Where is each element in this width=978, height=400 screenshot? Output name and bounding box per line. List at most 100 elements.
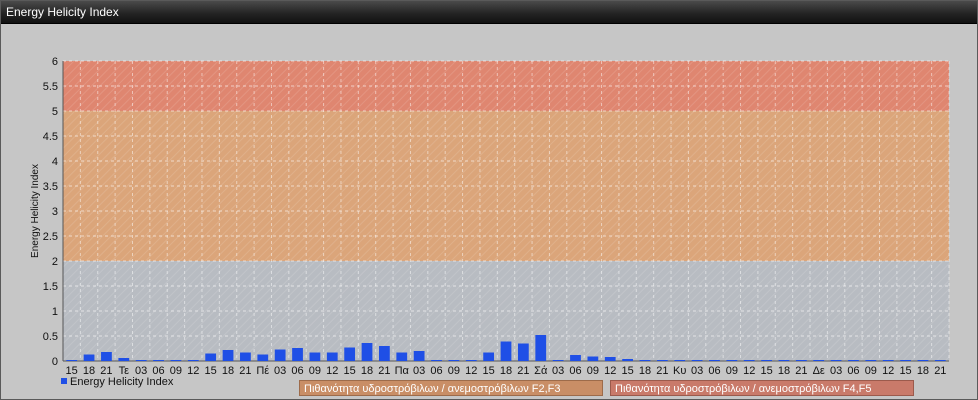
y-tick-label: 4.5 bbox=[43, 131, 58, 143]
bar bbox=[135, 360, 147, 361]
x-tick-label: 15 bbox=[760, 365, 772, 375]
x-tick-label: 12 bbox=[187, 365, 199, 375]
bar bbox=[900, 360, 911, 361]
x-tick-label: 15 bbox=[899, 365, 911, 375]
bar bbox=[361, 343, 373, 361]
x-tick-label: Κυ bbox=[673, 365, 686, 375]
bar bbox=[674, 360, 686, 361]
window-title: Energy Helicity Index bbox=[6, 5, 119, 19]
x-tick-label: 15 bbox=[621, 365, 633, 375]
x-tick-label: 12 bbox=[882, 365, 894, 375]
y-axis-label: Energy Helicity Index bbox=[30, 164, 41, 258]
y-tick-label: 5.5 bbox=[43, 81, 58, 93]
bar bbox=[517, 343, 529, 361]
bar bbox=[604, 357, 616, 361]
bar bbox=[848, 360, 859, 361]
bar bbox=[309, 352, 321, 361]
x-tick-label: 18 bbox=[222, 365, 234, 375]
x-tick-label: 18 bbox=[639, 365, 651, 375]
y-tick-label: 4 bbox=[52, 156, 58, 168]
x-tick-label: Σά bbox=[534, 365, 548, 375]
y-tick-label: 1 bbox=[52, 306, 58, 318]
x-tick-label: 21 bbox=[656, 365, 668, 375]
x-tick-label: 15 bbox=[344, 365, 356, 375]
bar bbox=[170, 360, 182, 361]
band-legend-f4f5[interactable]: Πιθανότητα υδροστρόβιλων / ανεμοστρόβιλω… bbox=[610, 380, 914, 396]
bar bbox=[379, 346, 390, 361]
bar bbox=[344, 347, 356, 361]
bar bbox=[274, 349, 286, 361]
bar bbox=[552, 360, 564, 361]
chart-plot: 0 0.5 1 1.5 2 2.5 3 3.5 4 4.5 5 5.5 6 15 18 21 Τε 03 06 09… bbox=[30, 56, 950, 375]
chart-widget: Energy Helicity Index 0 0.5 1 1.5 2 2.5 3 3.5 4 4… bbox=[0, 0, 978, 400]
x-tick-label: 12 bbox=[604, 365, 616, 375]
x-tick-label: 21 bbox=[934, 365, 946, 375]
x-tick-label: 06 bbox=[708, 365, 720, 375]
x-tick-label: 12 bbox=[743, 365, 755, 375]
bar bbox=[917, 360, 929, 361]
bar bbox=[153, 360, 164, 361]
bar bbox=[830, 360, 842, 361]
x-tick-label: Πέ bbox=[256, 365, 269, 375]
bar bbox=[431, 360, 442, 361]
y-tick-label: 2.5 bbox=[43, 231, 58, 243]
bar bbox=[587, 356, 599, 361]
bar bbox=[413, 351, 425, 361]
bar bbox=[465, 360, 477, 361]
bar bbox=[882, 360, 894, 361]
x-tick-label: 03 bbox=[274, 365, 286, 375]
y-tick-label: 1.5 bbox=[43, 281, 58, 293]
x-tick-label: 15 bbox=[205, 365, 217, 375]
series-legend[interactable]: Energy Helicity Index bbox=[61, 376, 173, 388]
x-tick-label: 21 bbox=[517, 365, 529, 375]
bar bbox=[934, 360, 946, 361]
x-tick-label: 09 bbox=[448, 365, 460, 375]
bar bbox=[622, 359, 633, 361]
bar bbox=[83, 354, 95, 361]
x-tick-label: 06 bbox=[847, 365, 859, 375]
band-legend-f2f3[interactable]: Πιθανότητα υδροστρόβιλων / ανεμοστρόβιλω… bbox=[299, 380, 603, 396]
bar bbox=[240, 352, 251, 361]
bar bbox=[292, 348, 303, 361]
bar bbox=[396, 352, 408, 361]
x-tick-label: Τε bbox=[119, 365, 130, 375]
x-tick-label: 09 bbox=[587, 365, 599, 375]
x-tick-label: 15 bbox=[66, 365, 78, 375]
y-tick-label: 2 bbox=[52, 256, 58, 268]
y-tick-label: 3.5 bbox=[43, 181, 58, 193]
x-tick-label: 09 bbox=[309, 365, 321, 375]
x-tick-label: Δε bbox=[813, 365, 825, 375]
bar bbox=[761, 360, 772, 361]
bar bbox=[326, 352, 338, 361]
x-tick-label: Πα bbox=[395, 365, 410, 375]
x-tick-label: 06 bbox=[291, 365, 303, 375]
bar bbox=[865, 360, 877, 361]
bar bbox=[187, 360, 199, 361]
x-tick-label: 18 bbox=[917, 365, 929, 375]
x-tick-label: 12 bbox=[465, 365, 477, 375]
x-tick-label: 03 bbox=[830, 365, 842, 375]
bar bbox=[778, 360, 790, 361]
bar bbox=[257, 354, 269, 361]
y-tick-label: 3 bbox=[52, 206, 58, 218]
x-tick-label: 06 bbox=[152, 365, 164, 375]
bar bbox=[813, 360, 825, 361]
x-tick-label: 06 bbox=[569, 365, 581, 375]
x-tick-label: 18 bbox=[778, 365, 790, 375]
x-tick-label: 03 bbox=[552, 365, 564, 375]
bar bbox=[570, 355, 581, 361]
x-tick-label: 15 bbox=[483, 365, 495, 375]
bar bbox=[656, 360, 668, 361]
y-tick-label: 0.5 bbox=[43, 331, 58, 343]
x-tick-label: 18 bbox=[500, 365, 512, 375]
y-tick-label: 6 bbox=[52, 56, 58, 68]
x-tick-label: 12 bbox=[326, 365, 338, 375]
bar bbox=[222, 350, 234, 361]
series-legend-label: Energy Helicity Index bbox=[70, 376, 174, 388]
x-tick-label: 18 bbox=[361, 365, 373, 375]
bar bbox=[448, 360, 460, 361]
bar bbox=[500, 341, 512, 361]
x-tick-label: 03 bbox=[135, 365, 147, 375]
x-tick-label: 21 bbox=[100, 365, 112, 375]
x-tick-label: 21 bbox=[795, 365, 807, 375]
